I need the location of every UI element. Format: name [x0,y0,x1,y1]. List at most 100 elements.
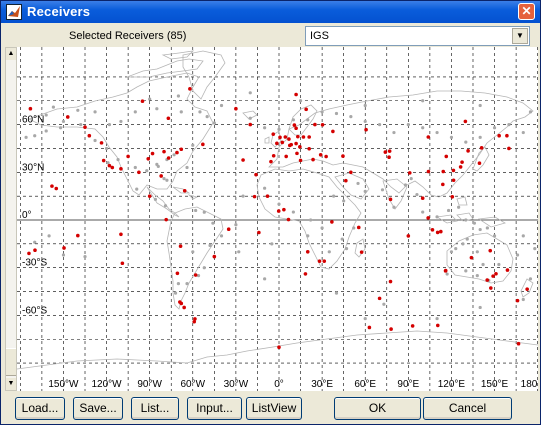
receiver-marker[interactable] [294,141,298,146]
receiver-marker[interactable] [505,133,509,138]
receiver-marker[interactable] [298,145,302,149]
receiver-marker[interactable] [166,156,171,160]
receiver-marker[interactable] [294,126,298,131]
receiver-marker[interactable] [525,287,529,291]
receiver-marker[interactable] [485,278,490,282]
receiver-marker[interactable] [126,154,130,159]
receiver-marker[interactable] [265,194,270,198]
receiver-marker[interactable] [311,157,315,162]
receiver-marker[interactable] [254,172,258,177]
vertical-scrollbar[interactable]: ▲ ▼ [5,47,17,391]
cancel-button[interactable]: Cancel [423,397,512,420]
receiver-marker[interactable] [65,115,70,119]
receiver-marker[interactable] [505,268,510,272]
receiver-marker[interactable] [248,122,253,127]
receiver-marker[interactable] [387,149,392,153]
receiver-marker[interactable] [469,255,474,260]
receiver-marker[interactable] [166,116,171,121]
receiver-marker[interactable] [331,129,335,134]
receiver-marker[interactable] [349,170,353,175]
receiver-marker[interactable] [407,171,412,175]
network-dropdown[interactable]: IGS ▼ [305,26,530,46]
receiver-marker[interactable] [494,271,498,276]
receiver-marker[interactable] [282,207,286,212]
receiver-marker[interactable] [119,167,123,171]
receiver-marker[interactable] [296,134,300,139]
receiver-marker[interactable] [269,159,273,164]
ok-button[interactable]: OK [334,397,421,420]
receiver-marker[interactable] [450,194,455,199]
dropdown-arrow-icon[interactable]: ▼ [512,28,528,44]
receiver-marker[interactable] [295,151,299,156]
receiver-marker[interactable] [489,286,493,290]
receiver-marker[interactable] [280,140,285,145]
receiver-marker[interactable] [435,230,440,235]
receiver-marker[interactable] [515,298,520,303]
receiver-marker[interactable] [497,133,501,138]
receiver-marker[interactable] [304,107,308,112]
receiver-marker[interactable] [516,341,521,346]
receiver-marker[interactable] [491,274,495,278]
receiver-marker[interactable] [252,194,257,199]
world-map-panel[interactable]: 60°N 30°N 0° -30°S -60°S 150°W 120°W 90°W 60°W 30… [17,47,538,391]
receiver-marker[interactable] [193,317,197,321]
receiver-marker[interactable] [62,246,66,250]
receiver-marker[interactable] [287,137,291,141]
receiver-marker[interactable] [507,146,511,151]
receiver-marker[interactable] [27,251,31,256]
receiver-marker[interactable] [298,158,303,163]
receiver-marker[interactable] [356,225,361,230]
listview-button[interactable]: ListView [246,397,302,420]
receiver-marker[interactable] [110,165,115,170]
receiver-marker[interactable] [301,135,306,139]
receiver-marker[interactable] [287,143,292,148]
receiver-marker[interactable] [313,122,317,127]
receiver-marker[interactable] [188,87,192,91]
close-button[interactable]: ✕ [518,3,535,20]
receiver-marker[interactable] [294,92,298,97]
receiver-marker[interactable] [159,174,163,178]
receiver-marker[interactable] [444,154,449,159]
receiver-marker[interactable] [420,196,425,201]
receiver-marker[interactable] [377,296,382,301]
receiver-marker[interactable] [320,122,325,127]
receiver-marker[interactable] [322,259,327,263]
receiver-marker[interactable] [451,168,456,173]
receiver-marker[interactable] [426,216,430,220]
receiver-marker[interactable] [318,153,323,157]
receiver-marker[interactable] [426,169,431,174]
input-button[interactable]: Input... [187,397,242,420]
receiver-marker[interactable] [182,305,186,310]
receiver-marker[interactable] [283,135,288,139]
receiver-marker[interactable] [439,229,443,234]
receiver-marker[interactable] [120,261,125,266]
receiver-marker[interactable] [441,169,446,174]
receiver-marker[interactable] [463,119,468,124]
receiver-marker[interactable] [175,271,180,276]
list-button[interactable]: List... [131,397,179,420]
receiver-marker[interactable] [33,248,37,253]
load-button[interactable]: Load... [15,397,65,420]
receiver-marker[interactable] [488,248,493,253]
receiver-marker[interactable] [226,227,231,232]
receiver-marker[interactable] [443,268,448,273]
receiver-marker[interactable] [305,250,310,254]
receiver-marker[interactable] [83,125,87,129]
receiver-marker[interactable] [341,154,345,158]
receiver-marker[interactable] [330,220,334,224]
receiver-marker[interactable] [76,233,80,238]
receiver-marker[interactable] [466,149,470,153]
receiver-marker[interactable] [147,194,152,198]
receiver-marker[interactable] [387,155,391,159]
receiver-marker[interactable] [137,170,141,175]
receiver-marker[interactable] [201,142,205,147]
receiver-marker[interactable] [426,135,431,139]
receiver-marker[interactable] [277,345,281,350]
receiver-marker[interactable] [234,106,238,111]
receiver-marker[interactable] [479,146,484,150]
receiver-marker[interactable] [460,160,464,164]
receiver-marker[interactable] [179,301,184,306]
receiver-marker[interactable] [257,230,261,235]
receiver-marker[interactable] [344,178,348,183]
receiver-marker[interactable] [271,153,276,158]
